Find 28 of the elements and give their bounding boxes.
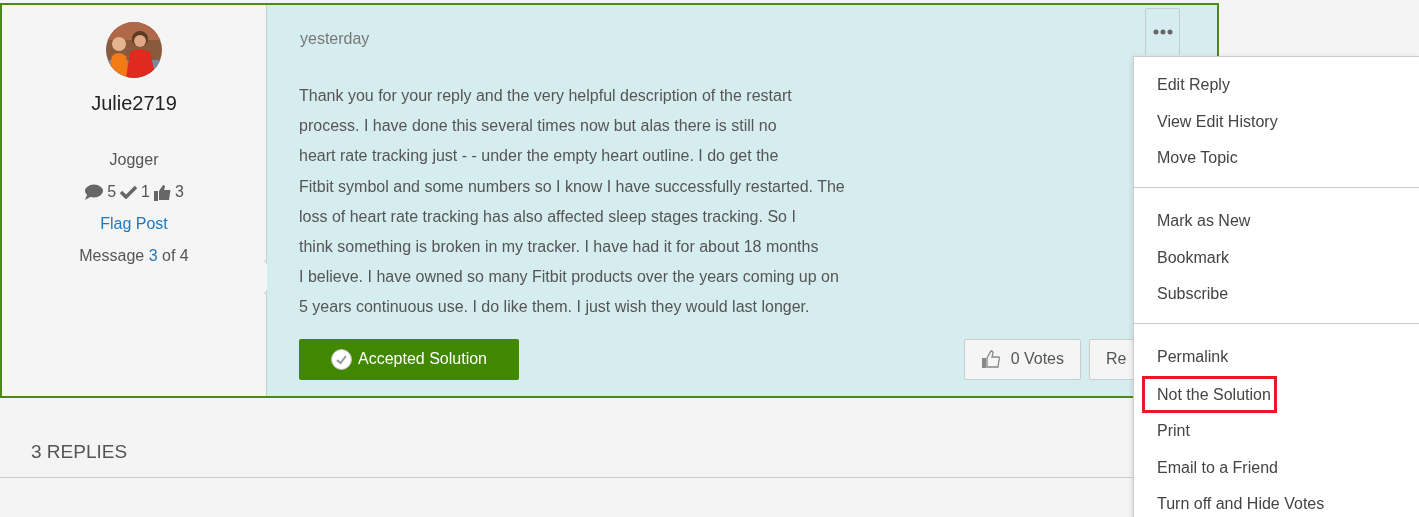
message-counter: Message 3 of 4 (79, 246, 189, 266)
accepted-solution-button[interactable]: Accepted Solution (299, 338, 519, 380)
menu-item[interactable]: Turn off and Hide Votes (1134, 486, 1419, 517)
user-rank: Jogger (109, 150, 159, 170)
checkmark-icon (120, 185, 138, 199)
stat-count: 5 (107, 182, 117, 202)
message-link[interactable]: 3 (148, 247, 158, 264)
options-button[interactable] (1145, 8, 1180, 55)
menu-item[interactable]: View Edit History (1134, 103, 1419, 141)
thumbs-up-icon (153, 183, 171, 201)
menu-item[interactable]: Move Topic (1134, 140, 1419, 178)
post-body: Thank you for your reply and the very helpful description of the restart process. I have done this several times now but alas there is still no heart rate tracking just - - under the empty heart outline. I do get the Fitbit symbol and some numbers so I know I have successfully restarted. The loss of heart rate tracking has also affected sleep stages tracking. So I think something is broken in my tracker. I have had it for about 18 months I believe. I have owned so many Fitbit products over the years coming up on 5 years continuous use. I do like them. I just wish they would last longer. (299, 86, 845, 318)
more-icon (1152, 29, 1173, 35)
flag-post-link[interactable]: Flag Post (100, 212, 168, 236)
checkmark-circle-icon (331, 348, 352, 370)
post-date: yesterday (300, 29, 370, 49)
menu-item[interactable]: Subscribe (1134, 276, 1419, 314)
stat-count: 1 (141, 182, 150, 202)
votes-button[interactable]: 0 Votes (963, 338, 1081, 380)
menu-item[interactable]: Edit Reply (1134, 67, 1419, 104)
menu-item[interactable]: Bookmark (1134, 239, 1419, 277)
menu-item[interactable]: Permalink (1134, 339, 1419, 376)
speech-bubble-icon (84, 183, 104, 201)
username[interactable]: Julie2719 (91, 88, 177, 118)
stat-count: 3 (174, 182, 184, 202)
menu-item[interactable]: Mark as New (1134, 203, 1419, 240)
menu-item[interactable]: Not the Solution (1142, 375, 1277, 413)
thumbs-up-icon (980, 349, 1001, 370)
